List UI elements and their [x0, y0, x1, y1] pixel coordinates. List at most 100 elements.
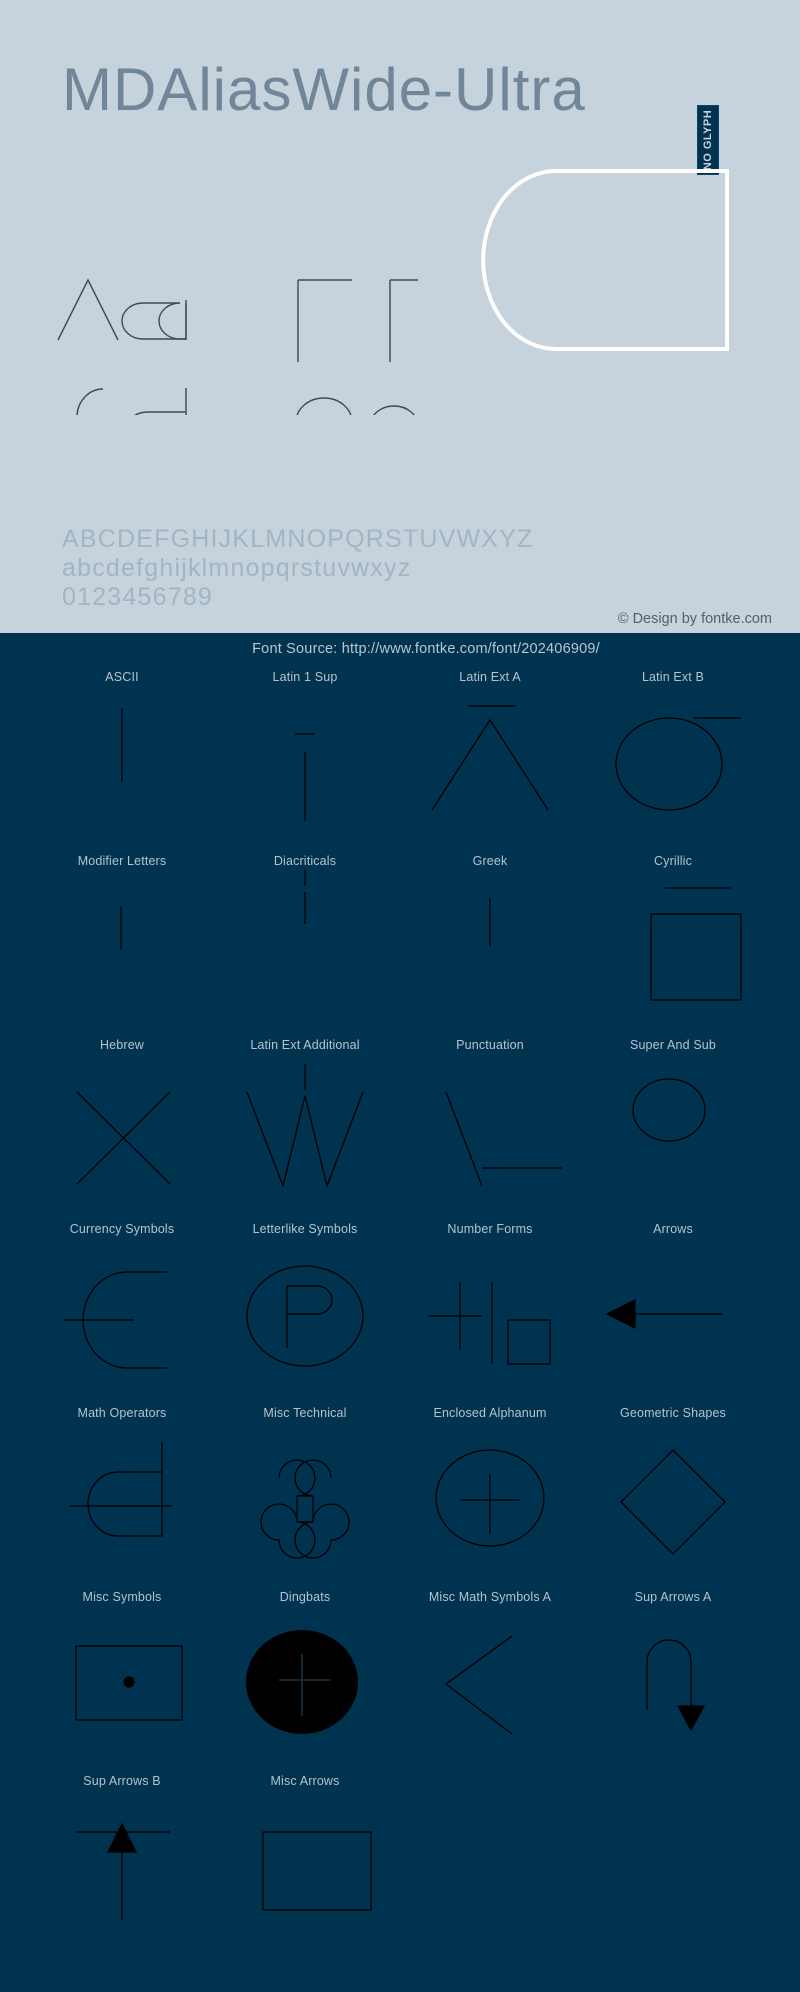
block-cell-modifier-letters[interactable]: Modifier Letters: [22, 850, 222, 1034]
block-cell-sup-arrows-b[interactable]: Sup Arrows B: [22, 1770, 222, 1954]
block-label: Modifier Letters: [77, 854, 167, 868]
block-cell-arrows[interactable]: Arrows: [573, 1218, 773, 1402]
block-label: Misc Symbols: [82, 1590, 162, 1604]
glyph-preview-svg: [57, 169, 729, 415]
block-cell-hebrew[interactable]: Hebrew: [22, 1034, 222, 1218]
block-cell-diacriticals[interactable]: Diacriticals: [205, 850, 405, 1034]
block-label: Super And Sub: [629, 1038, 717, 1052]
block-cell-latin-ext-a[interactable]: Latin Ext A: [390, 666, 590, 850]
tick-high-icon: [205, 870, 405, 1034]
block-row: Misc Symbols Dingbats Misc Math Symbols …: [0, 1586, 800, 1770]
page-title: MDAliasWide-Ultra: [62, 56, 586, 123]
a-macron-icon: [390, 686, 590, 850]
block-label: Misc Arrows: [270, 1774, 340, 1788]
block-row: ASCII Latin 1 Sup Latin Ext A Latin Ext …: [0, 666, 800, 850]
block-cell-math-operators[interactable]: Math Operators: [22, 1402, 222, 1586]
block-label: Misc Math Symbols A: [428, 1590, 552, 1604]
block-cell-number-forms[interactable]: Number Forms: [390, 1218, 590, 1402]
font-source-link[interactable]: Font Source: http://www.fontke.com/font/…: [0, 633, 800, 666]
block-cell-currency-symbols[interactable]: Currency Symbols: [22, 1218, 222, 1402]
alphabet-lowercase: abcdefghijklmnopqrstuvwxyz: [62, 554, 412, 582]
block-cell-geometric-shapes[interactable]: Geometric Shapes: [573, 1402, 773, 1586]
circled-plus-icon: [390, 1422, 590, 1586]
block-cell-latin-1-sup[interactable]: Latin 1 Sup: [205, 666, 405, 850]
block-label: Number Forms: [447, 1222, 533, 1236]
vbar-icon: [22, 686, 222, 850]
glyph-pair-Gg: [76, 388, 187, 415]
o-bar-icon: [573, 686, 773, 850]
block-label: Punctuation: [456, 1038, 524, 1052]
block-label: Misc Technical: [263, 1406, 347, 1420]
block-cell-misc-symbols[interactable]: Misc Symbols: [22, 1586, 222, 1770]
arrow-left-icon: [573, 1238, 773, 1402]
block-cell-latin-ext-additional[interactable]: Latin Ext Additional: [205, 1034, 405, 1218]
block-label: Math Operators: [77, 1406, 167, 1420]
specimen-preview-section: MDAliasWide-Ultra NO GLYPH ABCDEFGHIJKLM…: [0, 0, 800, 633]
unicode-blocks-section: ASCII Latin 1 Sup Latin Ext A Latin Ext …: [0, 666, 800, 1992]
block-cell-super-and-sub[interactable]: Super And Sub: [573, 1034, 773, 1218]
d-plus-icon: [22, 1422, 222, 1586]
block-cell-dingbats[interactable]: Dingbats: [205, 1586, 405, 1770]
arrow-up-bar-icon: [22, 1790, 222, 1954]
block-cell-latin-ext-b[interactable]: Latin Ext B: [573, 666, 773, 850]
block-cell-sup-arrows-a[interactable]: Sup Arrows A: [573, 1586, 773, 1770]
rect-icon: [205, 1790, 405, 1954]
w-zigzag-icon: [205, 1054, 405, 1218]
angle-left-icon: [390, 1606, 590, 1770]
block-label: Latin Ext B: [641, 670, 705, 684]
block-label: Enclosed Alphanum: [433, 1406, 547, 1420]
alphabet-rows: ABCDEFGHIJKLMNOPQRSTUVWXYZ abcdefghijklm…: [62, 527, 762, 614]
block-cell-letterlike-symbols[interactable]: Letterlike Symbols: [205, 1218, 405, 1402]
block-row: Sup Arrows B Misc Arrows: [0, 1770, 800, 1954]
block-label: ASCII: [105, 670, 139, 684]
tick-mid-icon: [390, 870, 590, 1034]
box-open-icon: [573, 870, 773, 1034]
block-label: Sup Arrows A: [634, 1590, 712, 1604]
block-label: Hebrew: [100, 1038, 144, 1052]
block-label: Dingbats: [279, 1590, 331, 1604]
glyph-preview: [0, 130, 800, 415]
block-cell-cyrillic[interactable]: Cyrillic: [573, 850, 773, 1034]
block-label: Letterlike Symbols: [252, 1222, 358, 1236]
diamond-icon: [573, 1422, 773, 1586]
copyright-text: © Design by fontke.com: [617, 611, 772, 627]
block-cell-misc-technical[interactable]: Misc Technical: [205, 1402, 405, 1586]
block-row: Math Operators Misc Technical Enclosed A…: [0, 1402, 800, 1586]
macron-bar-icon: [205, 686, 405, 850]
oval-icon: [573, 1054, 773, 1218]
block-label: Latin Ext Additional: [250, 1038, 360, 1052]
plus-bars-icon: [390, 1238, 590, 1402]
block-label: Geometric Shapes: [620, 1406, 726, 1420]
block-row: Hebrew Latin Ext Additional Punctuation …: [0, 1034, 800, 1218]
glyph-pair-Oo: [296, 397, 415, 415]
block-cell-misc-math-symbols-a[interactable]: Misc Math Symbols A: [390, 1586, 590, 1770]
block-label: Latin Ext A: [459, 670, 521, 684]
block-cell-misc-arrows[interactable]: Misc Arrows: [205, 1770, 405, 1954]
block-label: Arrows: [653, 1222, 693, 1236]
alphabet-digits: 0123456789: [62, 583, 214, 611]
block-label: Sup Arrows B: [83, 1774, 161, 1788]
block-cell-ascii[interactable]: ASCII: [22, 666, 222, 850]
v-dash-icon: [390, 1054, 590, 1218]
block-cell-enclosed-alphanum[interactable]: Enclosed Alphanum: [390, 1402, 590, 1586]
x-cross-icon: [22, 1054, 222, 1218]
command-icon: [205, 1422, 405, 1586]
alphabet-uppercase: ABCDEFGHIJKLMNOPQRSTUVWXYZ: [62, 525, 534, 553]
glyph-pair-Ff: [297, 279, 418, 362]
block-cell-greek[interactable]: Greek: [390, 850, 590, 1034]
box-dot-icon: [22, 1606, 222, 1770]
arrow-hook-down-icon: [573, 1606, 773, 1770]
p-circled-icon: [205, 1238, 405, 1402]
block-label: Latin 1 Sup: [272, 670, 338, 684]
tick-low-icon: [22, 870, 222, 1034]
c-strike-icon: [22, 1238, 222, 1402]
block-row: Currency Symbols Letterlike Symbols Numb…: [0, 1218, 800, 1402]
block-cell-punctuation[interactable]: Punctuation: [390, 1034, 590, 1218]
block-label: Greek: [472, 854, 508, 868]
title-row: MDAliasWide-Ultra NO GLYPH: [0, 48, 800, 175]
block-label: Currency Symbols: [69, 1222, 175, 1236]
glyph-large-D: [481, 169, 729, 351]
block-row: Modifier Letters Diacriticals Greek Cyri…: [0, 850, 800, 1034]
glyph-pair-Aa: [57, 278, 187, 341]
font-source-bar: Font Source: http://www.fontke.com/font/…: [0, 633, 800, 666]
